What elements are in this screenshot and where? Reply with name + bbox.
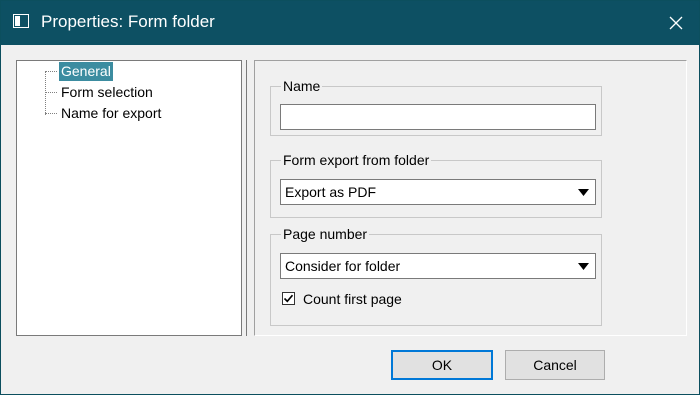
- dialog-body: General Form selection Name for export N…: [1, 45, 699, 394]
- properties-dialog: Properties: Form folder General Form sel…: [0, 0, 700, 395]
- pane-splitter[interactable]: [241, 60, 247, 336]
- tree-item-label: Form selection: [61, 84, 153, 100]
- count-first-page-option[interactable]: Count first page: [282, 290, 482, 310]
- form-export-group-label: Form export from folder: [281, 151, 432, 169]
- general-panel: Name Form export from folder Export as P…: [254, 60, 687, 336]
- export-format-dropdown[interactable]: Export as PDF: [280, 179, 596, 205]
- count-first-page-checkbox[interactable]: [282, 292, 295, 305]
- navigation-tree: General Form selection Name for export: [16, 60, 241, 336]
- name-input[interactable]: [280, 104, 596, 130]
- tree-connector: [45, 71, 46, 115]
- export-format-value: Export as PDF: [285, 184, 377, 200]
- tree-item-label: General: [59, 62, 113, 81]
- page-number-dropdown[interactable]: Consider for folder: [280, 253, 596, 279]
- page-number-value: Consider for folder: [285, 258, 401, 274]
- tree-item-label: Name for export: [61, 105, 162, 121]
- name-group: Name: [270, 77, 602, 136]
- chevron-down-icon[interactable]: [574, 257, 592, 275]
- dialog-title: Properties: Form folder: [41, 12, 215, 31]
- page-number-group-label: Page number: [281, 225, 370, 243]
- chevron-down-icon[interactable]: [574, 183, 592, 201]
- title-bar[interactable]: Properties: Form folder: [1, 1, 699, 45]
- page-number-group: Page number Consider for folder Count fi…: [270, 225, 602, 326]
- count-first-page-label: Count first page: [303, 291, 402, 307]
- ok-button[interactable]: OK: [391, 350, 493, 380]
- close-icon: [669, 16, 683, 30]
- window-icon: [13, 14, 29, 28]
- form-export-group: Form export from folder Export as PDF: [270, 151, 602, 218]
- cancel-button[interactable]: Cancel: [505, 350, 605, 380]
- checkmark-icon: [283, 294, 294, 303]
- name-group-label: Name: [281, 77, 323, 95]
- close-button[interactable]: [653, 1, 699, 45]
